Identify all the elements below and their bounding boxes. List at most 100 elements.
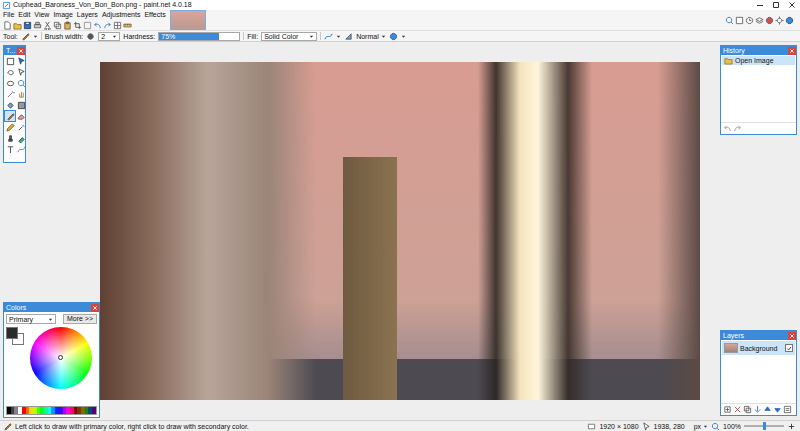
tool-button[interactable] bbox=[5, 78, 15, 88]
color-mode-dropdown[interactable]: Primary bbox=[6, 314, 56, 324]
zoom-slider-thumb[interactable] bbox=[763, 422, 766, 430]
zoom-in-icon[interactable] bbox=[787, 422, 796, 431]
tool-button[interactable] bbox=[16, 67, 26, 77]
tool-button[interactable] bbox=[16, 89, 26, 99]
tool-button[interactable] bbox=[5, 122, 15, 132]
history-window-title-bar[interactable]: History bbox=[721, 46, 796, 55]
menu-item[interactable]: Image bbox=[53, 10, 72, 20]
colors-window-icon[interactable] bbox=[765, 16, 774, 25]
minimize-icon[interactable] bbox=[752, 0, 768, 10]
menu-item[interactable]: View bbox=[34, 10, 49, 20]
menu-item[interactable]: Edit bbox=[18, 10, 30, 20]
help-icon[interactable] bbox=[785, 16, 794, 25]
layer-row[interactable]: Background bbox=[722, 341, 795, 355]
menu-item[interactable]: Effects bbox=[144, 10, 165, 20]
delete-layer-icon[interactable] bbox=[733, 405, 742, 414]
tool-button[interactable] bbox=[5, 67, 15, 77]
new-image-icon[interactable] bbox=[3, 21, 12, 30]
tools-window-icon[interactable] bbox=[735, 16, 744, 25]
tool-button[interactable] bbox=[16, 56, 26, 66]
dropdown-arrow-icon[interactable] bbox=[336, 34, 341, 39]
tool-button[interactable] bbox=[5, 133, 15, 143]
image-tab-thumbnail[interactable] bbox=[170, 10, 206, 30]
palette-swatch[interactable] bbox=[92, 407, 96, 414]
tool-button[interactable] bbox=[16, 133, 26, 143]
move-up-icon[interactable] bbox=[763, 405, 772, 414]
color-wheel-marker[interactable] bbox=[58, 355, 63, 360]
crop-icon[interactable] bbox=[73, 21, 82, 30]
brush-width-field[interactable]: 2 bbox=[98, 32, 120, 41]
more-button[interactable]: More >> bbox=[63, 314, 97, 324]
blend-mode-dropdown[interactable]: Normal bbox=[356, 33, 386, 40]
dropdown-arrow-icon[interactable] bbox=[703, 424, 708, 429]
cut-scissors-icon[interactable] bbox=[43, 21, 52, 30]
close-icon[interactable] bbox=[17, 47, 25, 55]
layers-window-title-bar[interactable]: Layers bbox=[721, 331, 796, 340]
layer-visibility-checkbox[interactable] bbox=[785, 344, 793, 352]
tool-button[interactable] bbox=[16, 111, 26, 121]
tool-button[interactable] bbox=[5, 144, 15, 154]
merge-layer-icon[interactable] bbox=[753, 405, 762, 414]
selection-mode-icon[interactable] bbox=[389, 32, 398, 41]
redo-arrow-icon[interactable] bbox=[733, 124, 742, 133]
close-icon[interactable] bbox=[91, 304, 99, 312]
tool-button[interactable] bbox=[16, 122, 26, 132]
tool-button[interactable] bbox=[16, 100, 26, 110]
dropdown-arrow-icon[interactable] bbox=[33, 34, 38, 39]
open-folder-icon[interactable] bbox=[13, 21, 22, 30]
layers-window-icon[interactable] bbox=[755, 16, 764, 25]
settings-gear-icon[interactable] bbox=[775, 16, 784, 25]
dropdown-arrow-icon[interactable] bbox=[112, 34, 117, 39]
move-down-icon[interactable] bbox=[773, 405, 782, 414]
redo-arrow-icon[interactable] bbox=[103, 21, 112, 30]
dropdown-arrow-icon[interactable] bbox=[309, 34, 314, 39]
layer-properties-icon[interactable] bbox=[783, 405, 792, 414]
save-disk-icon[interactable] bbox=[23, 21, 32, 30]
tool-button[interactable] bbox=[16, 144, 26, 154]
history-window-icon[interactable] bbox=[745, 16, 754, 25]
ruler-icon[interactable] bbox=[123, 21, 132, 30]
maximize-icon[interactable] bbox=[768, 0, 784, 10]
zoom-icon[interactable] bbox=[725, 16, 734, 25]
history-item[interactable]: Open Image bbox=[722, 56, 795, 65]
tools-window[interactable]: T... bbox=[3, 45, 26, 163]
close-icon[interactable] bbox=[788, 47, 796, 55]
zoom-slider[interactable] bbox=[744, 425, 784, 427]
dropdown-arrow-icon[interactable] bbox=[381, 34, 386, 39]
history-window[interactable]: HistoryOpen Image bbox=[720, 45, 797, 135]
move-selection-icon bbox=[17, 68, 26, 77]
layers-window[interactable]: LayersBackground bbox=[720, 330, 797, 416]
copy-icon[interactable] bbox=[53, 21, 62, 30]
add-layer-icon[interactable] bbox=[723, 405, 732, 414]
tool-button[interactable] bbox=[5, 89, 15, 99]
menu-item[interactable]: Layers bbox=[77, 10, 98, 20]
tool-button[interactable] bbox=[5, 56, 15, 66]
dropdown-arrow-icon[interactable] bbox=[48, 317, 53, 322]
colors-window[interactable]: Colors Primary More >> bbox=[3, 302, 100, 418]
tools-window-title-bar[interactable]: T... bbox=[4, 46, 25, 55]
undo-arrow-icon[interactable] bbox=[93, 21, 102, 30]
colors-window-title-bar[interactable]: Colors bbox=[4, 303, 99, 312]
paste-icon[interactable] bbox=[63, 21, 72, 30]
menu-item[interactable]: Adjustments bbox=[102, 10, 141, 20]
primary-color-swatch[interactable] bbox=[6, 327, 18, 339]
grid-icon[interactable] bbox=[113, 21, 122, 30]
tool-button[interactable] bbox=[5, 111, 15, 121]
print-icon[interactable] bbox=[33, 21, 42, 30]
deselect-icon[interactable] bbox=[83, 21, 92, 30]
paintbrush-icon[interactable] bbox=[21, 32, 30, 41]
close-icon[interactable] bbox=[788, 332, 796, 340]
undo-arrow-icon[interactable] bbox=[723, 124, 732, 133]
units-dropdown[interactable]: px bbox=[694, 423, 708, 430]
hardness-slider[interactable]: 75% bbox=[158, 32, 240, 41]
duplicate-layer-icon[interactable] bbox=[743, 405, 752, 414]
color-wheel[interactable] bbox=[30, 327, 92, 389]
close-icon[interactable] bbox=[784, 0, 800, 10]
antialiasing-icon[interactable] bbox=[324, 32, 333, 41]
tool-button[interactable] bbox=[16, 78, 26, 88]
fill-dropdown[interactable]: Solid Color bbox=[261, 32, 317, 41]
image-canvas[interactable] bbox=[100, 62, 700, 400]
tool-button[interactable] bbox=[5, 100, 15, 110]
dropdown-arrow-icon[interactable] bbox=[401, 34, 406, 39]
menu-item[interactable]: File bbox=[3, 10, 14, 20]
